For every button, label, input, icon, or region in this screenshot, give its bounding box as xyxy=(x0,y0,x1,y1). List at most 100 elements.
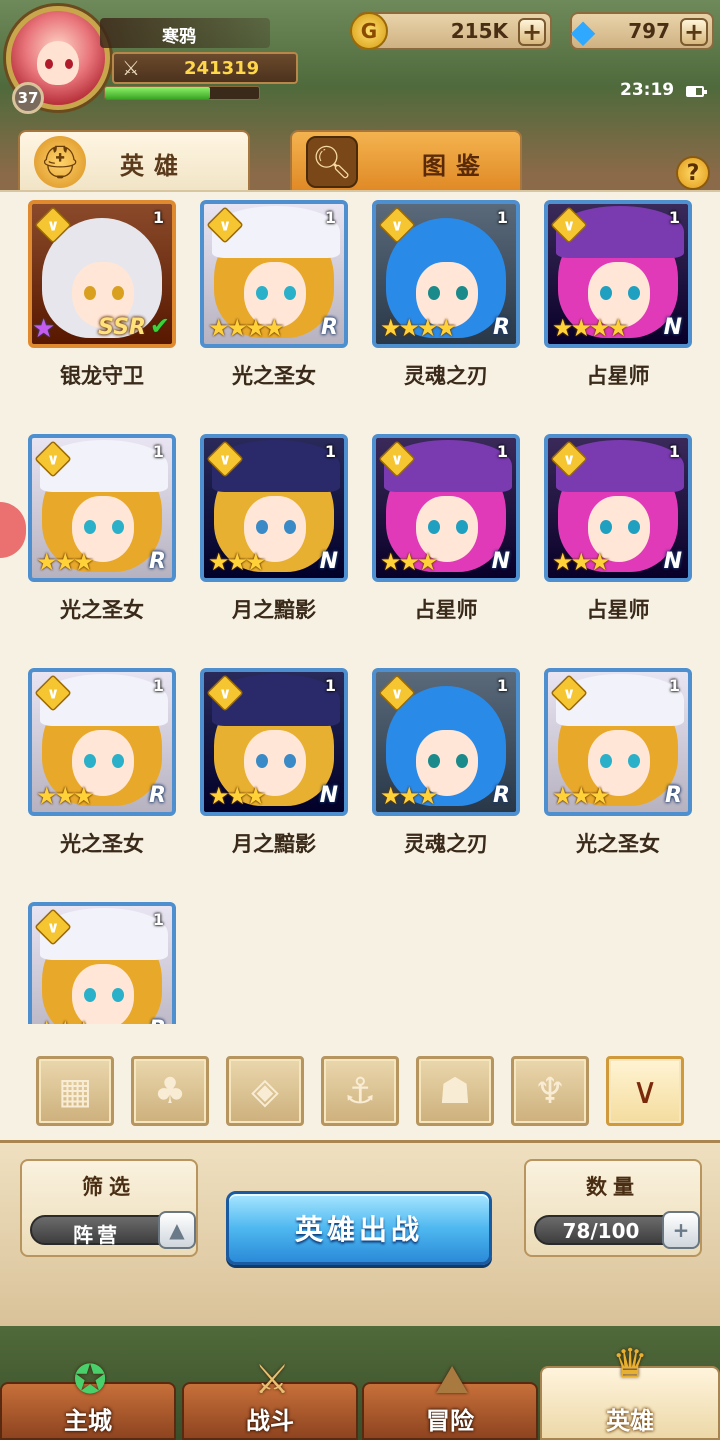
hero-rarity: N xyxy=(319,549,338,574)
add-gold-button[interactable]: + xyxy=(518,18,546,46)
hero-eye xyxy=(428,754,440,768)
hero-name: 月之黯影 xyxy=(232,598,316,622)
hero-portrait[interactable]: ∨ 1 ★★★ N xyxy=(200,668,348,816)
hero-card[interactable]: ∨ 1 ★★★ N 占星师 xyxy=(372,434,520,654)
hero-portrait[interactable]: ∨1★★★R xyxy=(28,902,176,1024)
deployed-check-icon: ✔ xyxy=(149,312,170,340)
all-grid-icon[interactable]: ▦ xyxy=(36,1056,114,1126)
hero-card[interactable]: ∨ 1 ★★★ N 占星师 xyxy=(544,434,692,654)
hero-rarity: N xyxy=(319,783,338,808)
hero-rarity: R xyxy=(321,315,338,340)
add-diamond-button[interactable]: + xyxy=(680,18,708,46)
hero-level: 1 xyxy=(152,442,164,461)
hero-stars: ★★★ xyxy=(36,1016,95,1024)
hero-stars: ★★★ xyxy=(208,782,267,810)
nav-tab-1[interactable]: ✪ 主城 xyxy=(0,1357,176,1440)
avatar-eye xyxy=(65,59,73,69)
leaf-faction-icon[interactable]: ♣ xyxy=(131,1056,209,1126)
hero-name: 光之圣女 xyxy=(576,832,660,856)
horned-faction-icon[interactable]: ♆ xyxy=(511,1056,589,1126)
filter-selector[interactable]: 阵营 ▲ xyxy=(30,1211,196,1249)
hero-level: 1 xyxy=(324,442,336,461)
nav-tab-3[interactable]: ⛰ 冒险 xyxy=(362,1357,538,1440)
hero-eye xyxy=(256,520,268,534)
hero-stars: ★★★ xyxy=(552,548,611,576)
hero-portrait[interactable]: ∨ 1 ★ ✔ SSR xyxy=(28,200,176,348)
hero-eye xyxy=(256,286,268,300)
power-swords-icon: ⚔ xyxy=(122,56,140,80)
hero-rarity: N xyxy=(491,549,510,574)
tab-heroes-label: 英雄 xyxy=(120,152,188,180)
tab-codex-label: 图鉴 xyxy=(422,152,490,180)
v-faction-icon[interactable]: ∨ xyxy=(606,1056,684,1126)
hero-portrait[interactable]: ∨1★★★R xyxy=(544,668,692,816)
hero-portrait[interactable]: ∨ 1 ★★★ N xyxy=(372,434,520,582)
hero-eye xyxy=(600,520,612,534)
expand-capacity-button[interactable]: + xyxy=(662,1211,700,1249)
hero-card[interactable]: ∨1★★★R光之圣女 xyxy=(28,434,176,654)
hero-name: 灵魂之刃 xyxy=(404,832,488,856)
avatar-eye xyxy=(45,59,53,69)
hero-card[interactable]: ∨ 1 ★★★ R 灵魂之刃 xyxy=(372,668,520,888)
tab-codex[interactable]: 🔍︎ 图鉴 xyxy=(290,130,522,192)
tab-heroes[interactable]: ⛑ 英雄 xyxy=(18,130,250,192)
help-button[interactable]: ? xyxy=(676,156,710,190)
hero-rarity: SSR xyxy=(98,315,146,340)
hero-eye xyxy=(600,754,612,768)
nav-tab-4[interactable]: ♛ 英雄 xyxy=(540,1341,720,1440)
hero-stars: ★★★ xyxy=(36,782,95,810)
player-name: 寒鸦 xyxy=(162,27,196,47)
battery-icon xyxy=(686,86,707,97)
hero-card[interactable]: ∨ 1 ★★★★ R 光之圣女 xyxy=(200,200,348,420)
deploy-heroes-button[interactable]: 英雄出战 xyxy=(226,1191,492,1265)
hero-helmet-icon: ⛑ xyxy=(34,136,86,188)
hero-card[interactable]: ∨ 1 ★★★★ R 灵魂之刃 xyxy=(372,200,520,420)
nav-label: 英雄 xyxy=(606,1407,654,1435)
hero-card[interactable]: ∨1★★★R光之圣女 xyxy=(544,668,692,888)
hero-card[interactable]: ∨1★★★R光之圣女 xyxy=(28,902,176,1024)
filter-toggle-arrow-icon[interactable]: ▲ xyxy=(158,1211,196,1249)
faction-filter-row: ▦ ♣ ◈ ⚓ ☗ ♆ ∨ xyxy=(36,1056,696,1128)
hero-name: 灵魂之刃 xyxy=(404,364,488,388)
filter-value: 阵营 xyxy=(73,1223,121,1247)
clock: 23:19 xyxy=(620,80,675,100)
hero-portrait[interactable]: ∨ 1 ★★★★ N xyxy=(544,200,692,348)
hero-portrait[interactable]: ∨ 1 ★★★★ R xyxy=(372,200,520,348)
hero-card[interactable]: ∨1★★★R 光之圣女 xyxy=(28,668,176,888)
hero-stars: ★★★ xyxy=(552,782,611,810)
hero-eye xyxy=(84,988,96,1002)
beast-faction-icon[interactable]: ☗ xyxy=(416,1056,494,1126)
hero-portrait[interactable]: ∨1★★★R xyxy=(28,434,176,582)
anchor-faction-icon[interactable]: ⚓ xyxy=(321,1056,399,1126)
hero-rarity: R xyxy=(493,783,510,808)
hero-card[interactable]: ∨ 1 ★★★★ N 占星师 xyxy=(544,200,692,420)
hero-portrait[interactable]: ∨ 1 ★★★★ R xyxy=(200,200,348,348)
hero-card[interactable]: ∨ 1 ★ ✔ SSR 银龙守卫 xyxy=(28,200,176,420)
hero-rarity: R xyxy=(149,1017,166,1024)
nav-label: 战斗 xyxy=(246,1407,294,1435)
hero-eye xyxy=(628,754,640,768)
hero-face xyxy=(72,964,134,1024)
diamond-faction-icon[interactable]: ◈ xyxy=(226,1056,304,1126)
hero-name: 占星师 xyxy=(586,598,650,622)
hero-portrait[interactable]: ∨ 1 ★★★ N xyxy=(200,434,348,582)
hero-grid[interactable]: ∨ 1 ★ ✔ SSR 银龙守卫 ∨ 1 ★★★★ R 光之圣女 ∨ 1 ★★★★ R 灵魂之刃 ∨ 1 ★★★★ N… xyxy=(0,200,720,1024)
hero-stars: ★★★ xyxy=(380,782,439,810)
hero-eye xyxy=(84,754,96,768)
hero-name: 光之圣女 xyxy=(232,364,316,388)
hero-crest-icon: ♛ xyxy=(612,1341,648,1387)
hero-eye xyxy=(112,754,124,768)
hero-portrait[interactable]: ∨1★★★R xyxy=(372,668,520,816)
nav-tab-2[interactable]: ⚔ 战斗 xyxy=(182,1357,358,1440)
hero-portrait[interactable]: ∨1★★★R xyxy=(28,668,176,816)
power-value: 241319 xyxy=(184,58,260,79)
hero-level: 1 xyxy=(668,208,680,227)
gold-display: G 215K + xyxy=(350,12,552,50)
hero-stars: ★★★★ xyxy=(208,314,285,342)
hero-card[interactable]: ∨ 1 ★★★ N 月之黯影 xyxy=(200,668,348,888)
hero-level: 1 xyxy=(668,676,680,695)
hero-card[interactable]: ∨ 1 ★★★ N 月之黯影 xyxy=(200,434,348,654)
hero-portrait[interactable]: ∨ 1 ★★★ N xyxy=(544,434,692,582)
hero-rarity: R xyxy=(665,783,682,808)
hero-name: 光之圣女 xyxy=(60,832,144,856)
